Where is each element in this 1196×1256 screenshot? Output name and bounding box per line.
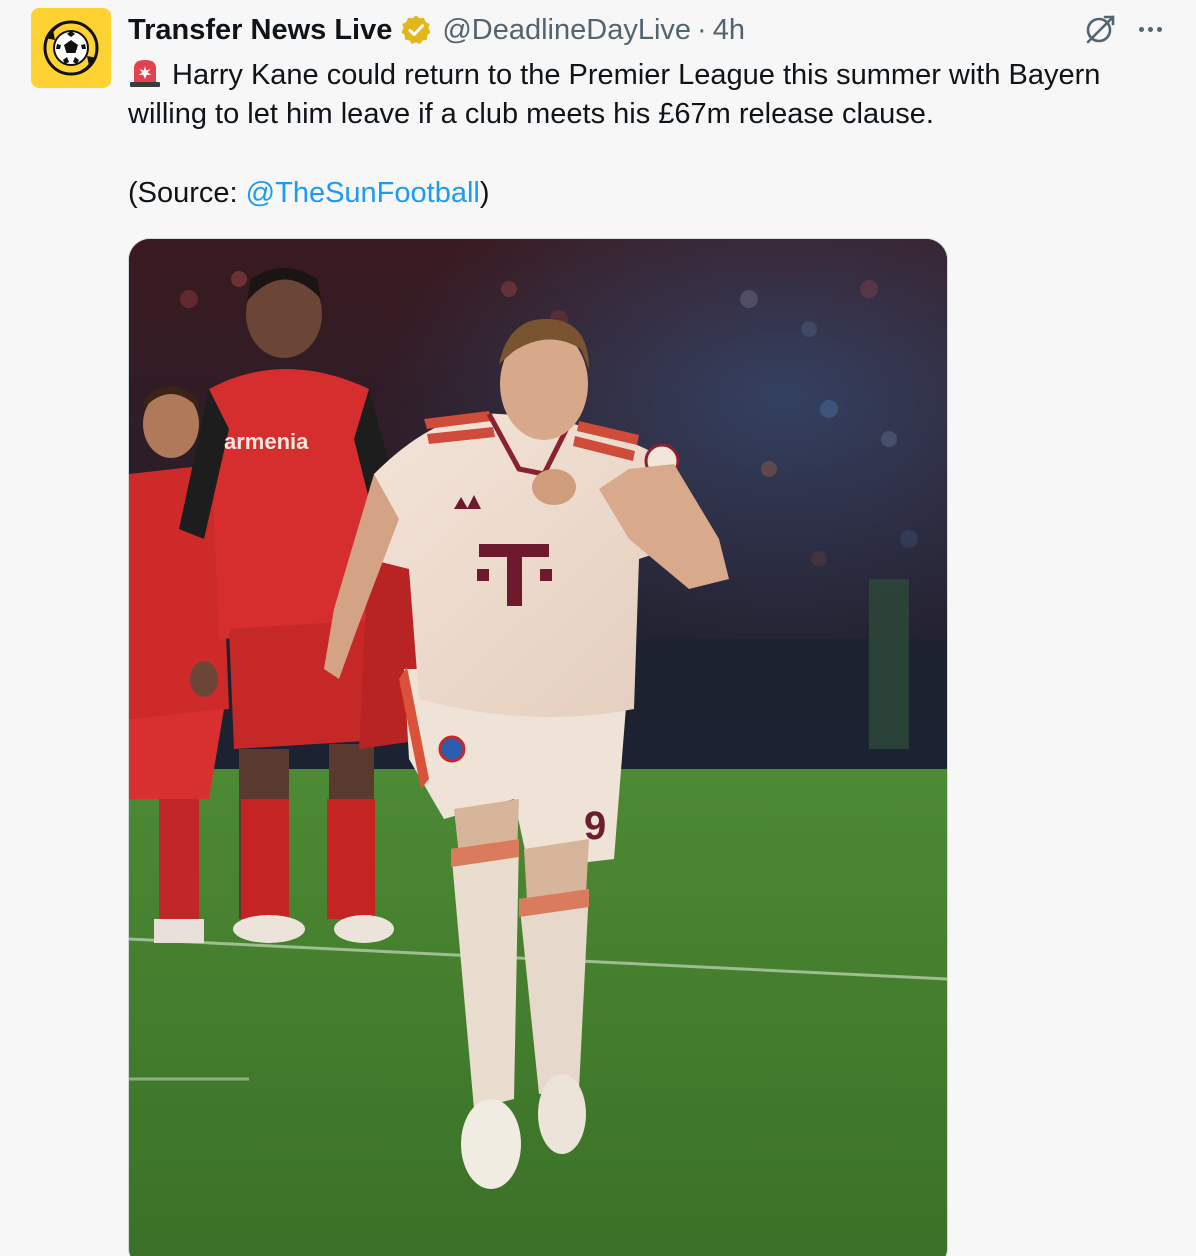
source-close: ) xyxy=(479,177,490,209)
svg-text:9: 9 xyxy=(584,804,606,848)
tweet-card[interactable]: Transfer News Live @DeadlineDayLive · 4h xyxy=(0,0,1196,1256)
author-display-name[interactable]: Transfer News Live xyxy=(128,14,392,47)
tweet-text: Harry Kane could return to the Premier L… xyxy=(128,56,1168,213)
tweet-photo[interactable]: armenia 9 xyxy=(128,238,948,1256)
rotating-light-icon xyxy=(128,58,162,88)
author-handle[interactable]: @DeadlineDayLive xyxy=(442,14,691,47)
source-mention-link[interactable]: @TheSunFootball xyxy=(246,177,480,209)
source-open: (Source: xyxy=(128,177,246,209)
tweet-top-actions xyxy=(1083,12,1162,46)
more-options-icon[interactable] xyxy=(1139,26,1162,32)
tweet-line-1: Harry Kane could return to the Premier L… xyxy=(128,56,1168,95)
grok-icon[interactable] xyxy=(1083,12,1117,46)
tweet-header: Transfer News Live @DeadlineDayLive · 4h xyxy=(128,8,745,52)
football-logo-icon xyxy=(43,20,99,76)
author-avatar[interactable] xyxy=(31,8,111,88)
meta-separator: · xyxy=(697,13,707,46)
tweet-text-line-2: willing to let him leave if a club meets… xyxy=(128,98,934,130)
tweet-text-line-1: Harry Kane could return to the Premier L… xyxy=(172,59,1101,91)
tweet-source-line: (Source: @TheSunFootball) xyxy=(128,174,1168,213)
football-celebration-photo: armenia 9 xyxy=(129,239,947,1256)
tweet-timestamp[interactable]: 4h xyxy=(713,14,745,47)
svg-text:armenia: armenia xyxy=(224,429,309,454)
verified-badge-icon[interactable] xyxy=(400,14,432,46)
